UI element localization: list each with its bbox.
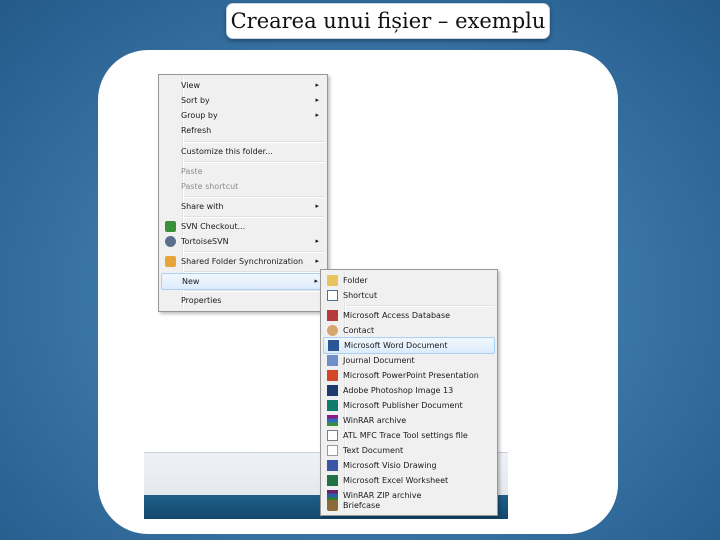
submenu-arrow-icon: ▸: [315, 111, 319, 119]
word-icon: [328, 340, 339, 351]
screenshot-area: View ▸ Sort by ▸ Group by ▸ Refresh Cust…: [144, 70, 508, 519]
new-item-journal-document[interactable]: Journal Document: [323, 353, 495, 368]
menu-item-new[interactable]: New ▸: [161, 273, 325, 290]
menu-item-group-by[interactable]: Group by ▸: [161, 108, 325, 123]
journal-icon: [327, 355, 338, 366]
new-item-briefcase[interactable]: Briefcase: [323, 498, 495, 513]
text-document-icon: [327, 445, 338, 456]
submenu-arrow-icon: ▸: [315, 257, 319, 265]
new-item-excel-worksheet[interactable]: Microsoft Excel Worksheet: [323, 473, 495, 488]
menu-item-share-with[interactable]: Share with ▸: [161, 199, 325, 214]
tortoisesvn-icon: [165, 236, 176, 247]
menu-item-svn-checkout[interactable]: SVN Checkout...: [161, 219, 325, 234]
menu-item-customize-folder[interactable]: Customize this folder...: [161, 144, 325, 159]
menu-item-paste-shortcut: Paste shortcut: [181, 182, 239, 191]
menu-item-view[interactable]: View ▸: [161, 78, 325, 93]
new-item-photoshop-image[interactable]: Adobe Photoshop Image 13: [323, 383, 495, 398]
access-icon: [327, 310, 338, 321]
new-item-text-document[interactable]: Text Document: [323, 443, 495, 458]
winrar-icon: [327, 415, 338, 426]
new-item-visio-drawing[interactable]: Microsoft Visio Drawing: [323, 458, 495, 473]
folder-icon: [327, 275, 338, 286]
excel-icon: [327, 475, 338, 486]
submenu-arrow-icon: ▸: [315, 202, 319, 210]
new-item-publisher-document[interactable]: Microsoft Publisher Document: [323, 398, 495, 413]
new-item-powerpoint[interactable]: Microsoft PowerPoint Presentation: [323, 368, 495, 383]
menu-separator: [184, 216, 325, 218]
atl-trace-icon: [327, 430, 338, 441]
new-item-word-document[interactable]: Microsoft Word Document: [323, 337, 495, 354]
photoshop-icon: [327, 385, 338, 396]
menu-separator: [346, 305, 495, 307]
svn-checkout-icon: [165, 221, 176, 232]
slide-title: Crearea unui fișier – exemplu: [226, 3, 550, 39]
new-submenu: Folder Shortcut Microsoft Access Databas…: [320, 269, 498, 516]
menu-item-sort-by[interactable]: Sort by ▸: [161, 93, 325, 108]
menu-separator: [184, 196, 325, 198]
shared-folder-sync-icon: [165, 256, 176, 267]
submenu-arrow-icon: ▸: [315, 96, 319, 104]
menu-item-properties[interactable]: Properties: [161, 293, 325, 308]
new-item-atl-trace-settings[interactable]: ATL MFC Trace Tool settings file: [323, 428, 495, 443]
new-item-shortcut[interactable]: Shortcut: [323, 288, 495, 303]
visio-icon: [327, 460, 338, 471]
new-item-winrar-archive[interactable]: WinRAR archive: [323, 413, 495, 428]
submenu-arrow-icon: ▸: [315, 237, 319, 245]
menu-separator: [184, 161, 325, 163]
submenu-arrow-icon: ▸: [315, 81, 319, 89]
menu-item-shared-folder-sync[interactable]: Shared Folder Synchronization ▸: [161, 254, 325, 269]
powerpoint-icon: [327, 370, 338, 381]
menu-item-paste: Paste: [181, 167, 203, 176]
menu-separator: [184, 141, 325, 143]
new-item-folder[interactable]: Folder: [323, 273, 495, 288]
menu-separator: [184, 290, 325, 292]
contact-icon: [327, 325, 338, 336]
new-item-access-database[interactable]: Microsoft Access Database: [323, 308, 495, 323]
menu-item-tortoisesvn[interactable]: TortoiseSVN ▸: [161, 234, 325, 249]
submenu-arrow-icon: ▸: [314, 277, 318, 285]
publisher-icon: [327, 400, 338, 411]
menu-separator: [184, 251, 325, 253]
menu-item-refresh[interactable]: Refresh: [161, 123, 325, 138]
context-menu: View ▸ Sort by ▸ Group by ▸ Refresh Cust…: [158, 74, 328, 312]
shortcut-icon: [327, 290, 338, 301]
new-item-contact[interactable]: Contact: [323, 323, 495, 338]
briefcase-icon: [327, 500, 338, 511]
